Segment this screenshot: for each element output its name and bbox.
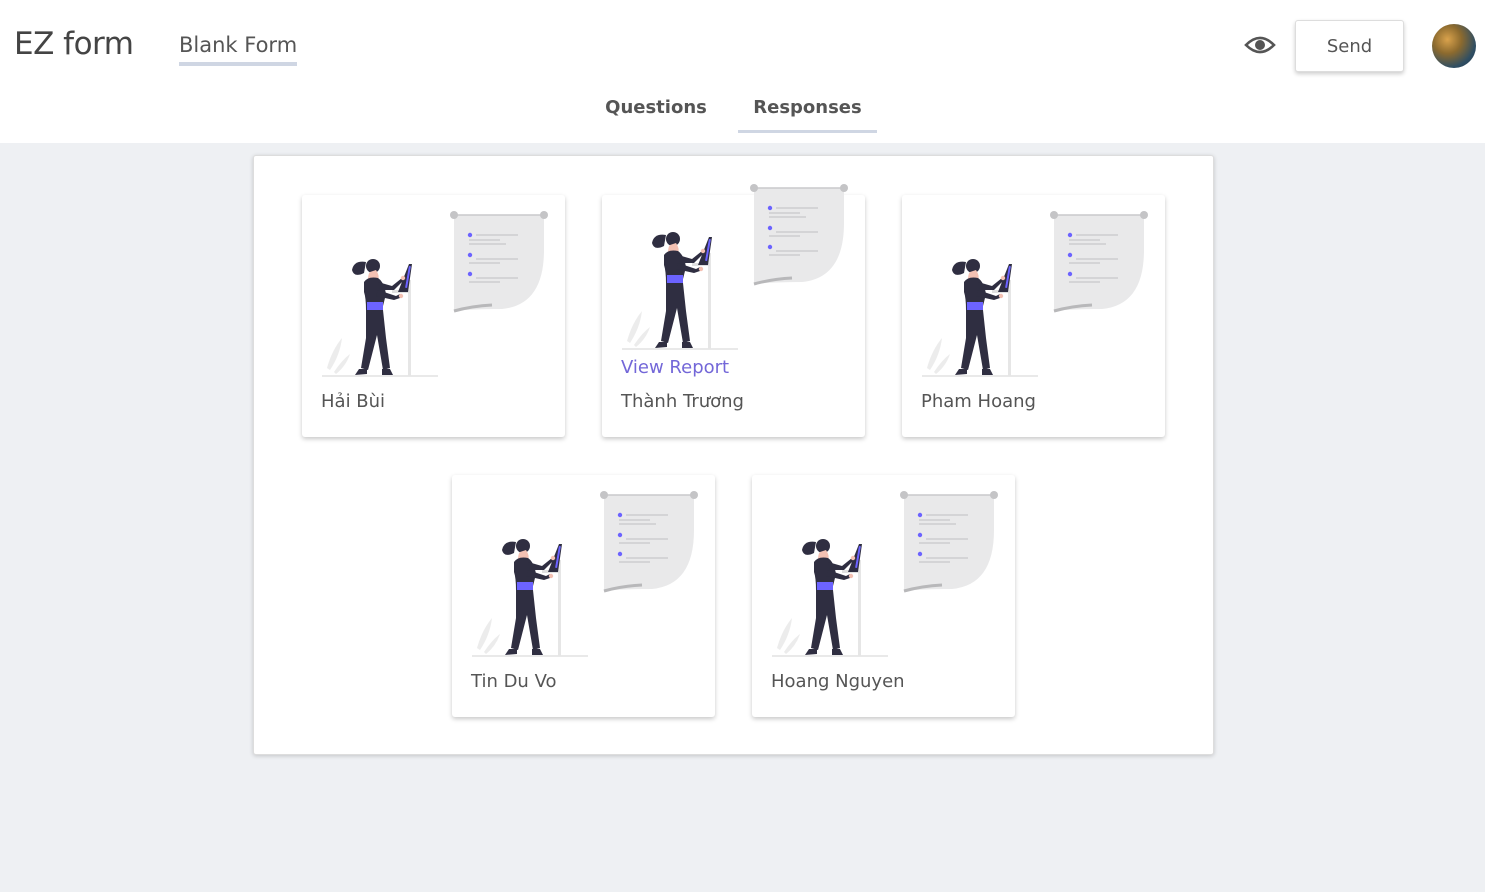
response-card[interactable]: Tin Du Vo — [452, 475, 715, 717]
form-response-illustration — [472, 490, 700, 658]
form-response-illustration — [772, 490, 1000, 658]
response-card[interactable]: Hải Bùi — [302, 195, 565, 437]
form-response-illustration — [322, 210, 550, 378]
view-report-link[interactable]: View Report — [621, 357, 729, 378]
response-card[interactable]: View Report Thành Trương — [602, 183, 865, 437]
form-title[interactable]: Blank Form — [179, 33, 298, 66]
respondent-name: Tin Du Vo — [471, 671, 557, 692]
respondent-name: Hải Bùi — [321, 391, 386, 412]
top-header: EZ form Blank Form Send Questions Respon… — [0, 0, 1485, 143]
tab-questions[interactable]: Questions — [604, 97, 708, 133]
response-card[interactable]: Hoang Nguyen — [752, 475, 1015, 717]
respondent-name: Pham Hoang — [921, 391, 1036, 412]
response-card[interactable]: Pham Hoang — [902, 195, 1165, 437]
responses-panel: Hải Bùi View Report Thành Trương Pham Ho… — [253, 155, 1214, 755]
eye-icon[interactable] — [1244, 33, 1276, 57]
form-response-illustration — [922, 210, 1150, 378]
user-avatar[interactable] — [1432, 24, 1476, 68]
send-button[interactable]: Send — [1295, 20, 1404, 72]
respondent-name: Hoang Nguyen — [771, 671, 905, 692]
form-response-illustration — [622, 183, 850, 351]
app-logo[interactable]: EZ form — [14, 26, 134, 62]
tab-responses[interactable]: Responses — [738, 97, 877, 133]
respondent-name: Thành Trương — [621, 391, 744, 412]
